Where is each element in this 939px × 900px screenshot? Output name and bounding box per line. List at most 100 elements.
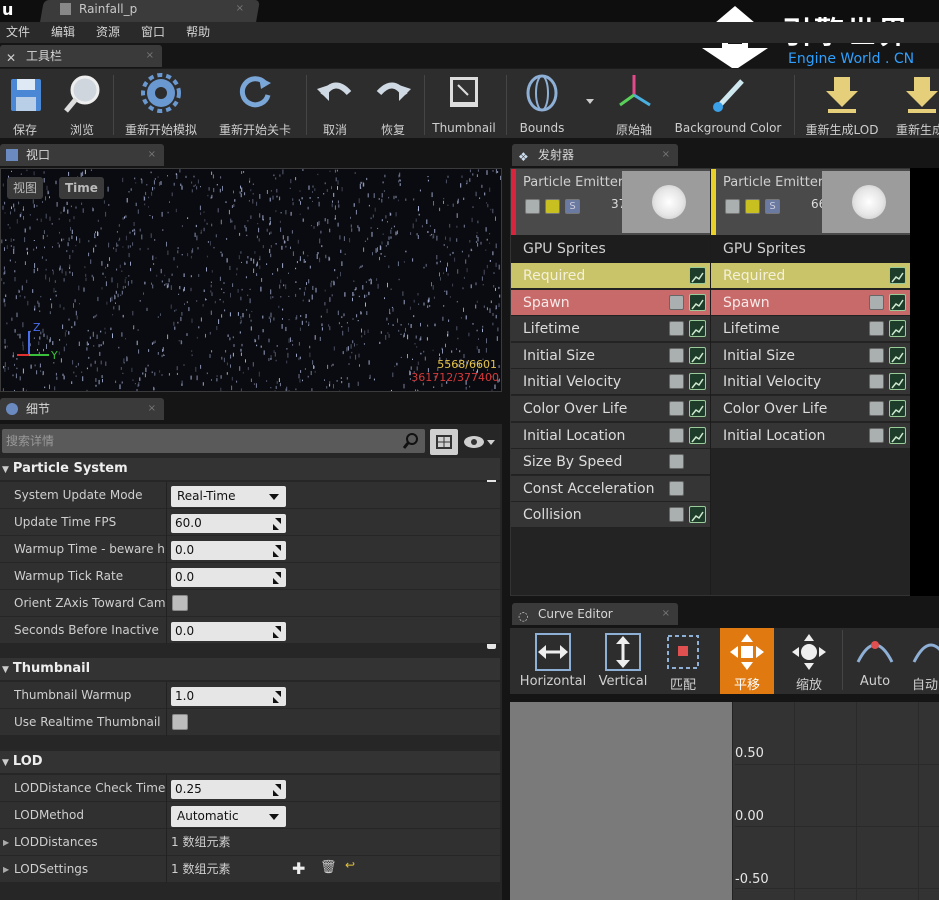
restart-level-button[interactable]: 重新开始关卡 [213, 73, 297, 137]
combo-box[interactable]: Real-Time [171, 486, 286, 507]
details-tab[interactable]: 细节 × [0, 398, 164, 420]
module-enable-checkbox[interactable] [669, 427, 684, 443]
module-row[interactable]: Spawn [711, 289, 910, 316]
redo-button[interactable]: 恢复 [370, 73, 416, 137]
document-tab-close-icon[interactable]: × [236, 0, 244, 18]
module-enable-checkbox[interactable] [669, 321, 684, 337]
module-row[interactable]: Required [511, 263, 710, 289]
regen-lod-button-2[interactable]: 重新生成 [892, 73, 939, 137]
emitter-header[interactable]: Particle EmitterS6601 [711, 169, 910, 235]
curve-graph-icon[interactable] [889, 373, 906, 391]
toolbar-tab[interactable]: ✕ 工具栏 × [0, 45, 162, 67]
viewport-tab[interactable]: 视口 × [0, 144, 164, 166]
curve-graph-icon[interactable] [689, 267, 706, 284]
module-enable-checkbox[interactable] [669, 507, 684, 523]
numeric-field[interactable]: 0.0 [171, 541, 286, 560]
expand-triangle-icon[interactable]: ▶ [3, 829, 9, 856]
module-row[interactable]: Initial Location [511, 422, 710, 449]
module-row[interactable]: Initial Velocity [511, 369, 710, 396]
expand-triangle-icon[interactable]: ▶ [3, 856, 9, 883]
curve-graph-icon[interactable] [689, 293, 706, 311]
origin-axis-button[interactable]: 原始轴 [610, 73, 658, 137]
module-row[interactable]: Collision [511, 502, 710, 529]
emitters-tab[interactable]: ❖ 发射器 × [512, 144, 678, 166]
module-enable-checkbox[interactable] [869, 427, 884, 443]
module-enable-checkbox[interactable] [669, 480, 684, 496]
restart-sim-button[interactable]: 重新开始模拟 [120, 73, 202, 137]
module-row[interactable]: Color Over Life [511, 396, 710, 422]
viewport-tab-close-icon[interactable]: × [148, 144, 156, 166]
emitter-enabled-checkbox[interactable] [525, 199, 540, 214]
emitter-solo-icon[interactable]: S [765, 199, 780, 214]
module-row[interactable]: Initial Size [711, 342, 910, 369]
curve-editor-tab[interactable]: ◌ Curve Editor × [512, 603, 678, 625]
curve-graph-icon[interactable] [889, 320, 906, 338]
regen-lod-button[interactable]: 重新生成LOD [800, 73, 884, 137]
toolbar-tab-close-icon[interactable]: × [146, 45, 154, 67]
emitter-column[interactable]: Particle EmitterS37740GPU SpritesRequire… [511, 169, 710, 595]
save-button[interactable]: 保存 [4, 73, 46, 137]
module-enable-checkbox[interactable] [869, 321, 884, 337]
bounds-button[interactable]: Bounds [512, 73, 572, 137]
module-row[interactable]: Spawn [511, 289, 710, 316]
zoom-button[interactable]: 缩放 [782, 628, 836, 694]
delete-icon[interactable]: 🗑 [320, 860, 337, 875]
module-enable-checkbox[interactable] [869, 294, 884, 310]
emitter-solo-icon[interactable]: S [565, 199, 580, 214]
search-input[interactable]: 搜索详情 [2, 429, 425, 453]
menu-edit[interactable]: 编辑 [51, 22, 75, 43]
auto-clamp-button[interactable]: 自动 [908, 628, 939, 694]
curve-graph-icon[interactable] [889, 267, 906, 284]
module-enable-checkbox[interactable] [669, 374, 684, 390]
curve-graph-icon[interactable] [689, 373, 706, 391]
document-tab[interactable]: Rainfall_p × [52, 0, 252, 22]
auto-tangent-button[interactable]: Auto [848, 628, 902, 694]
curve-graph-icon[interactable] [689, 320, 706, 338]
menu-help[interactable]: 帮助 [186, 22, 210, 43]
undo-button[interactable]: 取消 [312, 73, 358, 137]
fit-vertical-button[interactable]: Vertical [596, 628, 650, 694]
emitter-header[interactable]: Particle EmitterS37740 [511, 169, 710, 235]
curve-graph-icon[interactable] [689, 400, 706, 417]
module-enable-checkbox[interactable] [869, 347, 884, 363]
curve-graph-icon[interactable] [689, 506, 706, 524]
module-row[interactable]: Initial Location [711, 422, 910, 449]
visibility-eye-icon[interactable] [463, 434, 497, 450]
module-row[interactable]: Initial Size [511, 342, 710, 369]
menu-window[interactable]: 窗口 [141, 22, 165, 43]
reset-icon[interactable]: ↩ [345, 858, 355, 872]
pan-button[interactable]: 平移 [720, 628, 774, 694]
curve-editor-tab-close-icon[interactable]: × [662, 603, 670, 625]
numeric-field[interactable]: 0.25 [171, 780, 286, 799]
module-row[interactable]: Size By Speed [511, 449, 710, 476]
module-row[interactable]: Lifetime [511, 316, 710, 343]
curve-graph[interactable]: 0.50 0.00 -0.50 [510, 702, 939, 900]
fit-button[interactable]: 匹配 [656, 628, 710, 694]
browse-button[interactable]: 浏览 [60, 73, 104, 137]
emitters-tab-close-icon[interactable]: × [662, 144, 670, 166]
checkbox[interactable] [172, 714, 188, 730]
checkbox[interactable] [172, 595, 188, 611]
combo-box[interactable]: Automatic [171, 806, 286, 827]
time-button[interactable]: Time [59, 177, 104, 199]
curve-graph-icon[interactable] [889, 346, 906, 364]
viewport[interactable]: 视图 Time Z Y 5568/6601 361712/377400 [0, 168, 502, 392]
emitter-enabled-checkbox[interactable] [725, 199, 740, 214]
numeric-field[interactable]: 1.0 [171, 687, 286, 706]
menu-file[interactable]: 文件 [6, 22, 30, 43]
emitter-render-mode-icon[interactable] [545, 199, 560, 214]
category-header[interactable]: ▼ LOD [0, 751, 500, 773]
numeric-field[interactable]: 60.0 [171, 514, 286, 533]
details-tab-close-icon[interactable]: × [148, 398, 156, 420]
module-row[interactable]: Lifetime [711, 316, 910, 343]
fit-horizontal-button[interactable]: Horizontal [518, 628, 588, 694]
property-matrix-button[interactable] [430, 429, 458, 455]
numeric-field[interactable]: 0.0 [171, 568, 286, 587]
graph-area[interactable] [733, 702, 939, 900]
category-header[interactable]: ▼ Thumbnail [0, 658, 500, 680]
numeric-field[interactable]: 0.0 [171, 622, 286, 641]
module-enable-checkbox[interactable] [669, 401, 684, 416]
bounds-dropdown-icon[interactable] [586, 99, 594, 104]
category-header[interactable]: ▼ Particle System [0, 458, 500, 480]
add-element-icon[interactable]: ✚ [292, 859, 305, 878]
